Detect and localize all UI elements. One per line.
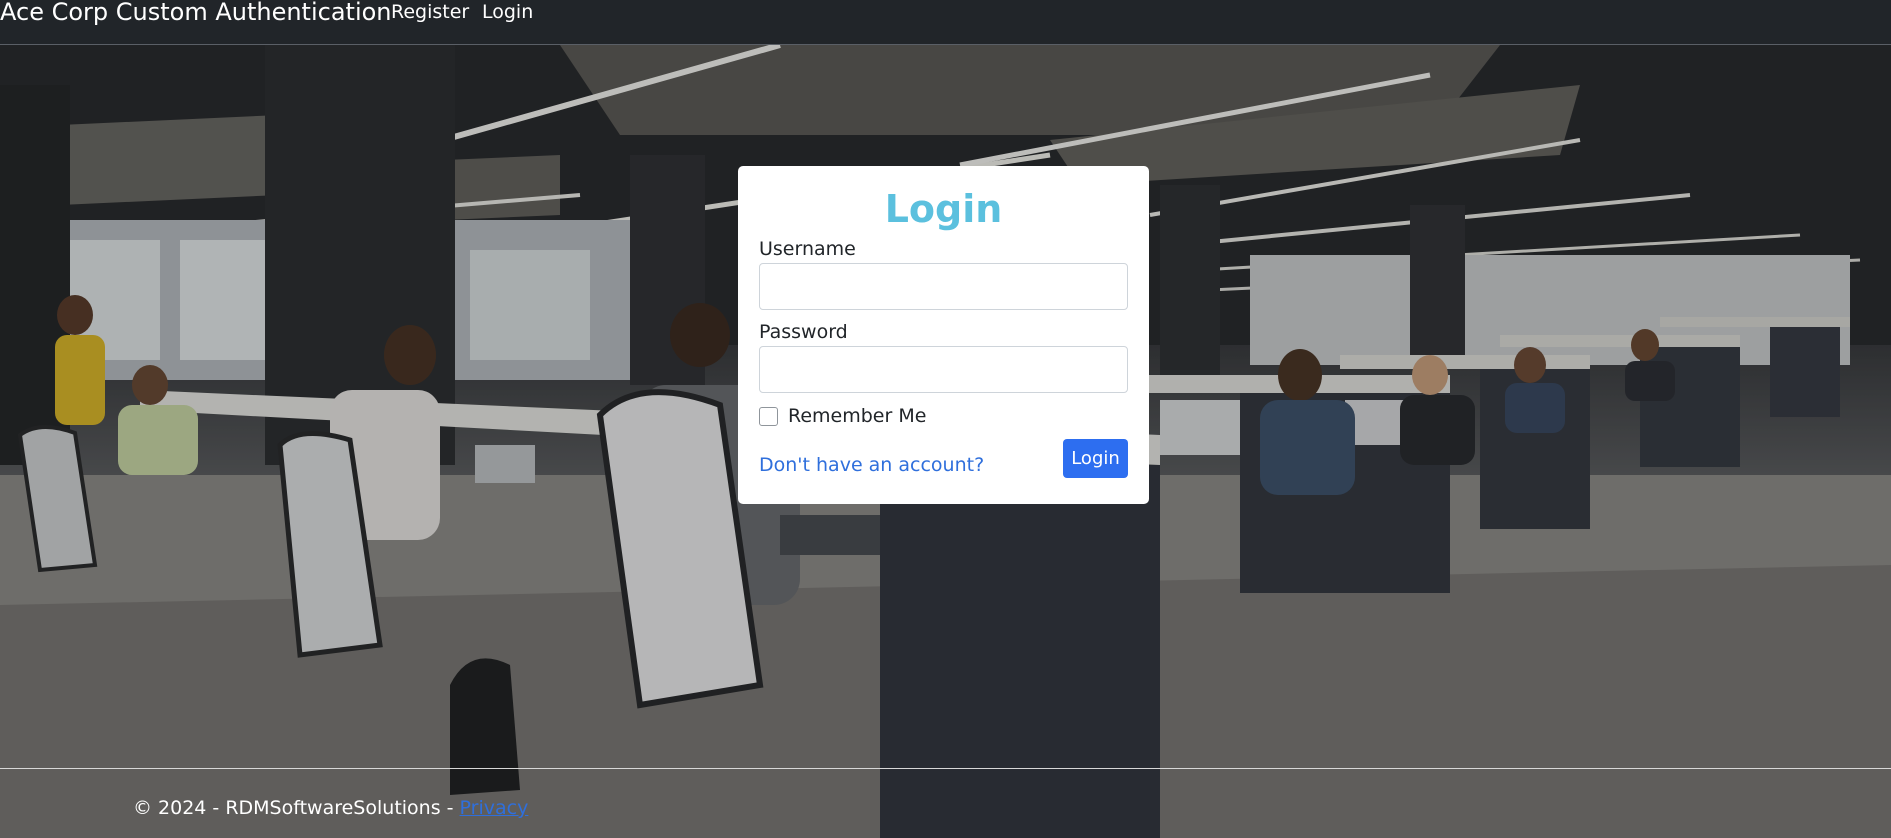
remember-me-row: Remember Me xyxy=(759,403,1128,429)
footer-copyright: © 2024 - RDMSoftwareSolutions - xyxy=(133,797,460,819)
remember-me-checkbox[interactable] xyxy=(759,406,778,426)
password-input[interactable] xyxy=(759,346,1128,393)
password-label: Password xyxy=(759,321,848,343)
remember-me-label: Remember Me xyxy=(788,405,927,427)
username-input[interactable] xyxy=(759,263,1128,310)
login-actions: Don't have an account? Login xyxy=(759,439,1128,479)
privacy-link[interactable]: Privacy xyxy=(460,797,529,819)
nav-register-link[interactable]: Register xyxy=(391,0,469,26)
username-label: Username xyxy=(759,238,856,260)
footer: © 2024 - RDMSoftwareSolutions - Privacy xyxy=(133,796,528,820)
footer-divider xyxy=(0,768,1891,769)
brand-link[interactable]: Ace Corp Custom Authentication xyxy=(0,0,392,27)
login-title: Login xyxy=(884,187,1003,231)
register-account-link[interactable]: Don't have an account? xyxy=(759,453,984,477)
nav-login-link[interactable]: Login xyxy=(482,0,533,26)
login-submit-button[interactable]: Login xyxy=(1063,439,1128,478)
login-card: Login Username Password Remember Me Don'… xyxy=(738,166,1149,504)
top-navbar: Ace Corp Custom Authentication Register … xyxy=(0,0,1891,45)
